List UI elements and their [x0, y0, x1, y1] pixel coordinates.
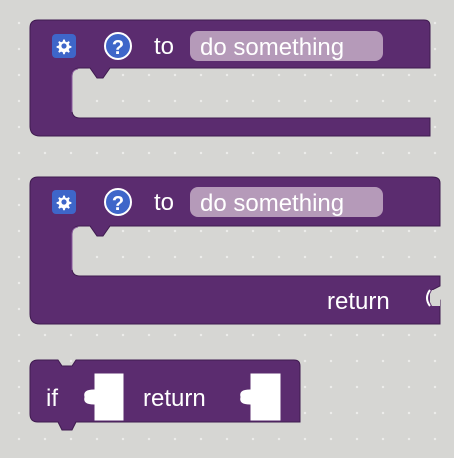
- if-return-block[interactable]: if return: [0, 0, 454, 458]
- return-label: return: [143, 385, 206, 412]
- blockly-workspace[interactable]: ? to do something ? to do something retu…: [0, 0, 454, 458]
- if-label: if: [46, 385, 58, 412]
